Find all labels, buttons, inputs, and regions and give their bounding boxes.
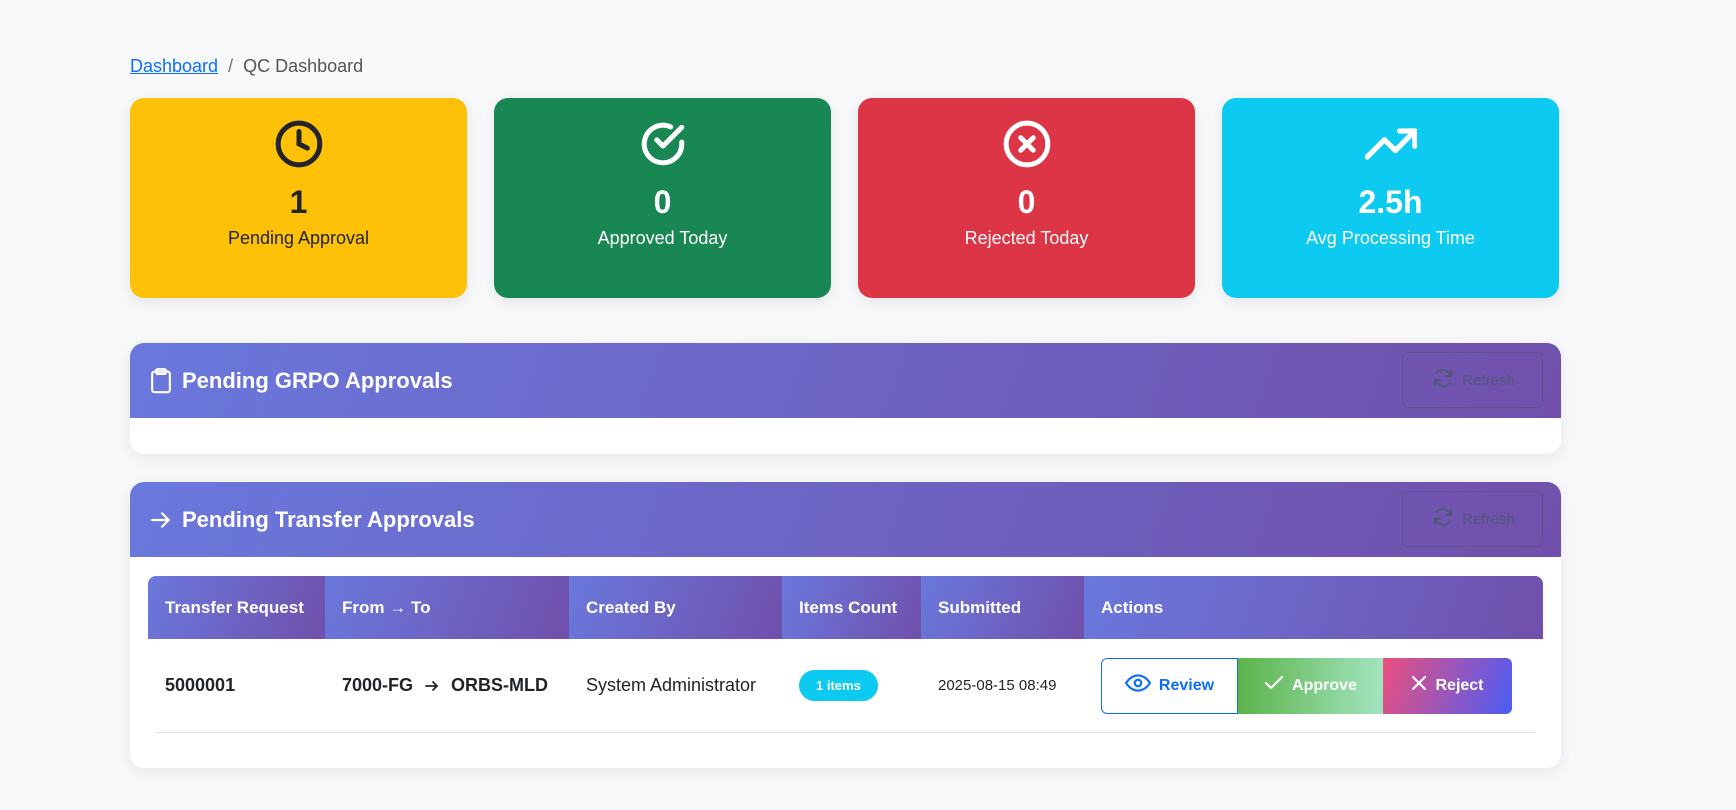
arrow-right-icon [425, 679, 439, 693]
refresh-icon [1430, 505, 1456, 533]
clipboard-icon [148, 367, 174, 394]
breadcrumb-dashboard-link[interactable]: Dashboard [130, 56, 218, 77]
column-header: Items Count [782, 576, 921, 639]
table-header: Transfer Request From → To Created By It… [148, 576, 1543, 639]
trending-up-icon [1364, 118, 1417, 170]
panel-header: Pending Transfer Approvals Refresh [130, 482, 1561, 557]
stat-label: Approved Today [597, 228, 728, 248]
refresh-label: Refresh [1462, 371, 1515, 389]
breadcrumb: Dashboard / QC Dashboard [130, 56, 363, 77]
approve-label: Approve [1292, 676, 1357, 694]
clock-icon [273, 118, 325, 170]
stat-value: 1 [289, 184, 308, 220]
panel-title: Pending Transfer Approvals [182, 506, 475, 532]
column-header: Actions [1084, 576, 1543, 639]
created-by: System Administrator [586, 675, 757, 695]
reject-button[interactable]: Reject [1383, 657, 1512, 714]
from-to-cell: 7000-FG ORBS-MLD [325, 675, 569, 696]
review-label: Review [1158, 676, 1215, 694]
stat-label: Rejected Today [964, 228, 1089, 248]
refresh-icon [1430, 366, 1456, 394]
approve-button[interactable]: Approve [1238, 657, 1383, 714]
stat-card-rejected: 0 Rejected Today [858, 98, 1195, 298]
stat-value: 2.5h [1358, 184, 1423, 220]
stat-card-avg-time: 2.5h Avg Processing Time [1222, 98, 1559, 298]
action-button-group: Review Approve Reject [1101, 657, 1512, 714]
close-icon [1411, 675, 1427, 696]
breadcrumb-separator: / [228, 56, 234, 76]
refresh-button[interactable]: Refresh [1402, 491, 1543, 547]
review-button[interactable]: Review [1101, 657, 1238, 714]
items-count-cell: 1 items [782, 670, 921, 701]
stat-value: 0 [653, 184, 672, 220]
transfer-request-id: 5000001 [165, 675, 236, 695]
grpo-approvals-panel: Pending GRPO Approvals Refresh [130, 343, 1561, 454]
eye-icon [1124, 673, 1152, 698]
actions-cell: Review Approve Reject [1084, 657, 1535, 714]
stat-card-pending: 1 Pending Approval [130, 98, 467, 298]
refresh-button[interactable]: Refresh [1402, 352, 1543, 408]
panel-header: Pending GRPO Approvals Refresh [130, 343, 1561, 418]
panel-title: Pending GRPO Approvals [182, 367, 453, 393]
column-header: From → To [325, 576, 569, 639]
stats-row: 1 Pending Approval 0 Approved Today 0 Re… [130, 98, 1561, 298]
transfer-approvals-panel: Pending Transfer Approvals Refresh Trans… [130, 482, 1561, 768]
reject-label: Reject [1435, 676, 1484, 694]
to-warehouse: ORBS-MLD [451, 675, 549, 695]
items-count-badge: 1 items [799, 670, 878, 701]
x-circle-icon [1001, 118, 1053, 170]
stat-card-approved: 0 Approved Today [494, 98, 831, 298]
column-header: Submitted [921, 576, 1084, 639]
breadcrumb-current: QC Dashboard [243, 56, 364, 76]
submitted-date: 2025-08-15 08:49 [938, 677, 1057, 694]
arrow-right-icon [148, 507, 174, 533]
stat-label: Pending Approval [227, 228, 370, 248]
column-header: Created By [569, 576, 782, 639]
table-row: 5000001 7000-FG ORBS-MLD System Administ… [156, 639, 1535, 733]
stat-label: Avg Processing Time [1306, 228, 1475, 248]
check-circle-icon [637, 118, 689, 170]
stat-value: 0 [1017, 184, 1036, 220]
column-header: Transfer Request [148, 576, 325, 639]
check-icon [1264, 675, 1284, 696]
refresh-label: Refresh [1462, 510, 1515, 528]
transfer-table: Transfer Request From → To Created By It… [148, 576, 1543, 733]
from-warehouse: 7000-FG [342, 675, 414, 695]
